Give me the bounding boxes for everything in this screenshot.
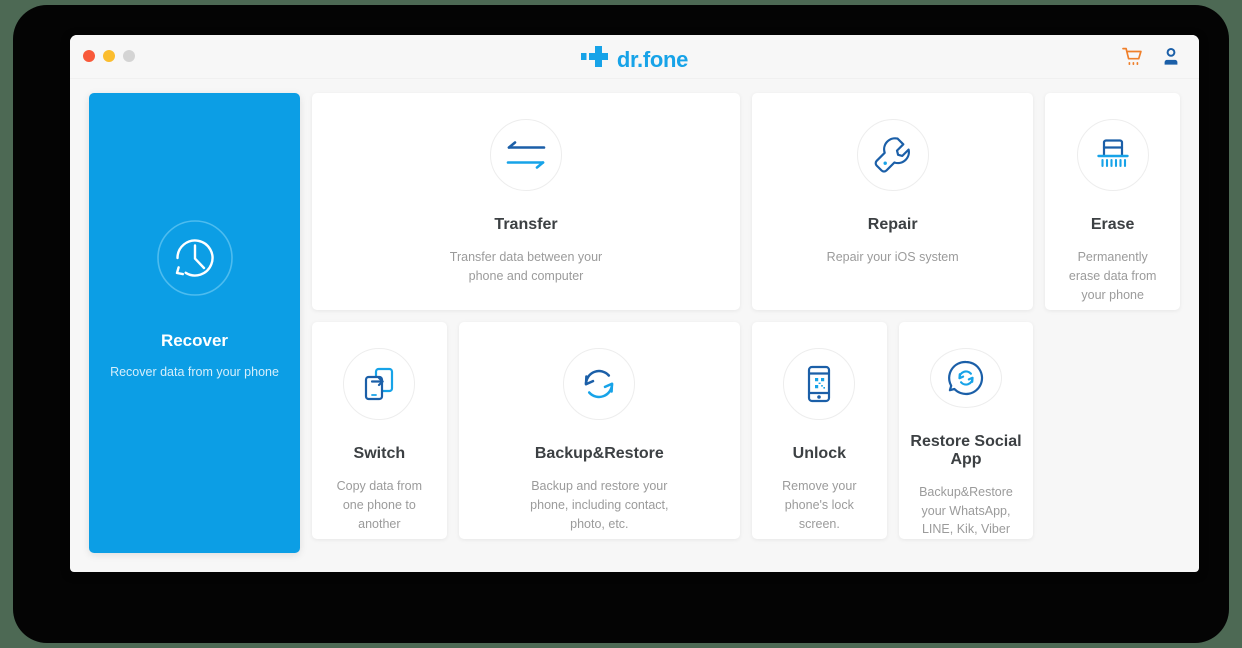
feature-card-recover[interactable]: Recover Recover data from your phone (89, 93, 300, 553)
feature-card-description: Permanently erase data from your phone (1068, 250, 1157, 302)
wrench-icon (856, 119, 929, 191)
device-frame: dr.fone Recover Recover data from your p… (13, 5, 1229, 643)
feature-card-title: Backup&Restore (534, 445, 664, 462)
feature-card-description: Copy data from one phone to another (336, 479, 423, 531)
feature-card-backup-restore[interactable]: Backup&Restore Backup and restore your p… (458, 322, 740, 539)
feature-card-description: Repair your iOS system (826, 250, 959, 264)
dr-fone-logo-icon (580, 46, 608, 72)
feature-card-description: Backup&Restore your WhatsApp, LINE, Kik,… (919, 484, 1013, 537)
tile-grid: Transfer Transfer data between your phon… (312, 93, 1180, 553)
feature-card-erase[interactable]: Erase Permanently erase data from your p… (1045, 93, 1180, 310)
circular-arrows-icon (563, 348, 636, 420)
feature-card-title: Switch (353, 445, 406, 462)
clock-restore-icon (156, 220, 233, 301)
feature-card-restore-social-app[interactable]: Restore Social App Backup&Restore your W… (898, 322, 1034, 539)
feature-card-repair[interactable]: Repair Repair your iOS system (752, 93, 1034, 310)
feature-card-description: Recover data from your phone (110, 365, 279, 379)
transfer-arrows-icon (490, 119, 562, 191)
feature-card-description: Backup and restore your phone, including… (530, 479, 669, 531)
feature-card-description: Transfer data between your phone and com… (449, 250, 603, 283)
phone-lock-screen-icon (783, 348, 856, 420)
feature-card-title: Restore Social App (910, 432, 1022, 468)
cart-icon[interactable] (1122, 47, 1143, 72)
app-window: dr.fone Recover Recover data from your p… (70, 35, 1199, 572)
feature-card-switch[interactable]: Switch Copy data from one phone to anoth… (312, 322, 447, 539)
feature-card-transfer[interactable]: Transfer Transfer data between your phon… (312, 93, 740, 310)
title-bar-actions (1122, 47, 1181, 72)
app-brand: dr.fone (70, 46, 1199, 72)
title-bar: dr.fone (70, 35, 1199, 79)
feature-card-description: Remove your phone's lock screen. (782, 479, 857, 531)
chat-bubble-refresh-icon (929, 348, 1002, 408)
feature-card-title: Unlock (792, 445, 846, 462)
feature-grid: Recover Recover data from your phone Tra… (70, 79, 1199, 572)
feature-card-title: Recover (160, 331, 229, 350)
feature-card-title: Transfer (494, 216, 558, 233)
feature-card-title: Erase (1090, 216, 1135, 233)
two-phones-switch-icon (343, 348, 416, 420)
feature-card-title: Repair (867, 216, 918, 233)
feature-card-unlock[interactable]: Unlock Remove your phone's lock screen. (752, 322, 887, 539)
shredder-icon (1076, 119, 1149, 191)
account-icon[interactable] (1161, 47, 1181, 72)
app-title: dr.fone (616, 47, 689, 72)
